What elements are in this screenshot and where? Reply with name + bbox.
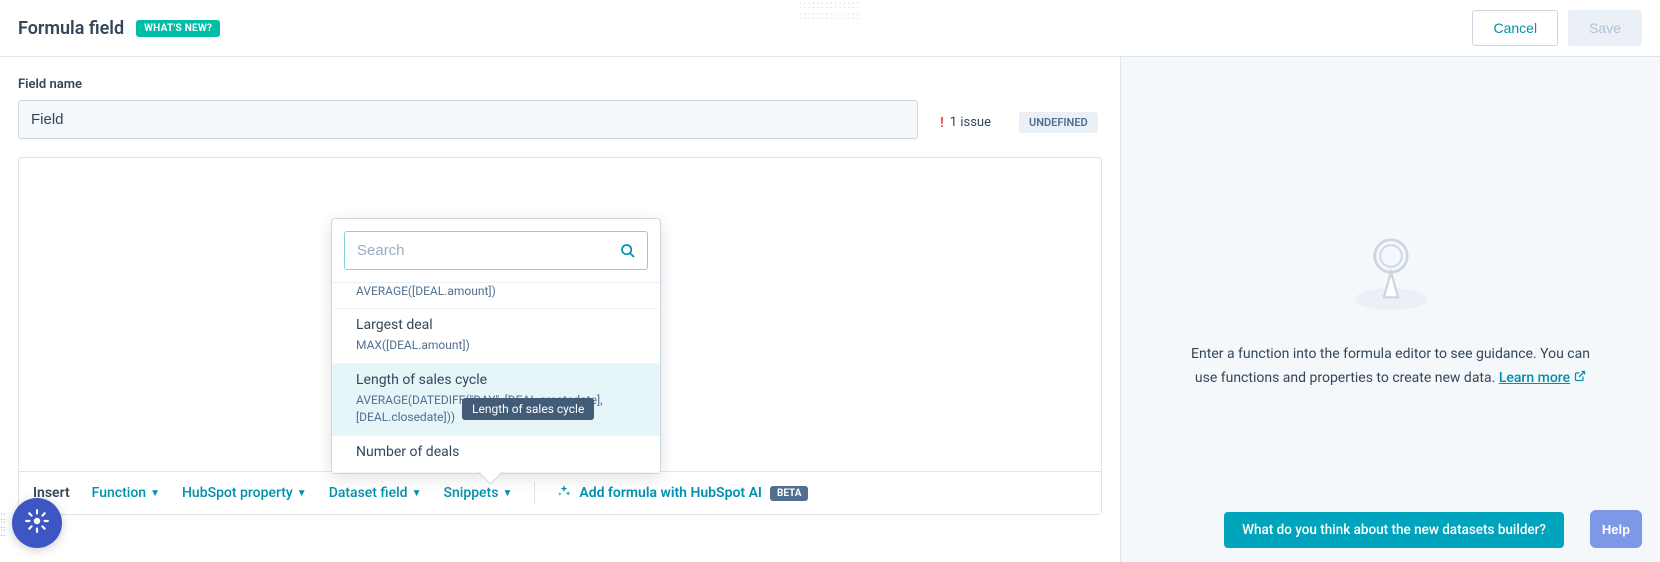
page-title: Formula field — [18, 18, 124, 39]
snippet-formula: AVERAGE([DEAL.amount]) — [356, 283, 636, 300]
function-label: Function — [92, 485, 146, 501]
divider — [534, 482, 535, 504]
insert-toolbar: Insert Function ▼ HubSpot property ▼ Dat… — [19, 471, 1101, 514]
dataset-field-label: Dataset field — [329, 485, 408, 501]
whats-new-badge[interactable]: WHAT'S NEW? — [136, 20, 220, 37]
tooltip: Length of sales cycle — [462, 398, 594, 420]
snippet-formula: MAX([DEAL.amount]) — [356, 337, 636, 354]
snippet-item[interactable]: Number of deals — [332, 436, 660, 473]
fab-drag-handle-icon[interactable]: :::::: — [0, 512, 6, 536]
snippets-dropdown[interactable]: Snippets ▼ — [443, 485, 512, 501]
feedback-prompt[interactable]: What do you think about the new datasets… — [1224, 512, 1564, 548]
status-row: ! 1 issue UNDEFINED — [940, 112, 1098, 133]
sparkle-burst-icon — [24, 508, 50, 538]
field-type-badge: UNDEFINED — [1019, 112, 1098, 133]
issue-indicator[interactable]: ! 1 issue — [940, 115, 991, 131]
chevron-down-icon: ▼ — [297, 488, 307, 499]
help-button[interactable]: Help — [1590, 510, 1642, 548]
issue-count: 1 issue — [950, 115, 991, 130]
snippet-title: Number of deals — [356, 444, 636, 460]
external-link-icon — [1574, 367, 1586, 391]
learn-more-link[interactable]: Learn more — [1499, 367, 1586, 391]
cancel-button[interactable]: Cancel — [1472, 10, 1558, 46]
sparkle-icon — [557, 484, 571, 502]
drag-handle-icon[interactable]: :::::::::::::::::::::::::::: — [799, 0, 861, 22]
chevron-down-icon: ▼ — [150, 488, 160, 499]
main-area: Field name ! 1 issue UNDEFINED AVERAGE — [0, 57, 1660, 562]
snippet-title: Largest deal — [356, 317, 636, 333]
formula-editor[interactable]: AVERAGE([DEAL.amount]) Largest deal MAX(… — [18, 157, 1102, 515]
snippet-item[interactable]: Length of sales cycle AVERAGE(DATEDIFF("… — [332, 364, 660, 436]
dataset-field-dropdown[interactable]: Dataset field ▼ — [329, 485, 422, 501]
top-bar-actions: Cancel Save — [1472, 10, 1642, 46]
add-formula-ai-link[interactable]: Add formula with HubSpot AI BETA — [557, 484, 808, 502]
top-bar-left: Formula field WHAT'S NEW? — [18, 18, 220, 39]
snippet-title: Length of sales cycle — [356, 372, 636, 388]
learn-more-label: Learn more — [1499, 367, 1570, 391]
warning-icon: ! — [940, 115, 944, 131]
snippets-label: Snippets — [443, 485, 498, 501]
search-input[interactable] — [344, 231, 648, 270]
function-dropdown[interactable]: Function ▼ — [92, 485, 160, 501]
hubspot-property-dropdown[interactable]: HubSpot property ▼ — [182, 485, 307, 501]
save-button: Save — [1568, 10, 1642, 46]
assistant-fab[interactable] — [12, 498, 62, 548]
search-icon — [620, 243, 636, 263]
ai-link-label: Add formula with HubSpot AI — [579, 485, 762, 501]
field-name-input[interactable] — [18, 100, 918, 139]
editor-column: Field name ! 1 issue UNDEFINED AVERAGE — [0, 57, 1120, 562]
hubspot-property-label: HubSpot property — [182, 485, 293, 501]
snippet-item[interactable]: Largest deal MAX([DEAL.amount]) — [332, 309, 660, 363]
magnify-illustration — [1346, 229, 1436, 319]
guidance-text: Enter a function into the formula editor… — [1181, 343, 1600, 391]
chevron-down-icon: ▼ — [412, 488, 422, 499]
guidance-panel: Enter a function into the formula editor… — [1120, 57, 1660, 562]
snippet-list[interactable]: AVERAGE([DEAL.amount]) Largest deal MAX(… — [332, 282, 660, 473]
beta-badge: BETA — [770, 486, 809, 501]
field-name-label: Field name — [18, 77, 1102, 92]
popover-search-wrap — [332, 219, 660, 282]
snippet-item[interactable]: AVERAGE([DEAL.amount]) — [332, 283, 660, 309]
chevron-down-icon: ▼ — [502, 488, 512, 499]
snippets-popover: AVERAGE([DEAL.amount]) Largest deal MAX(… — [331, 218, 661, 474]
